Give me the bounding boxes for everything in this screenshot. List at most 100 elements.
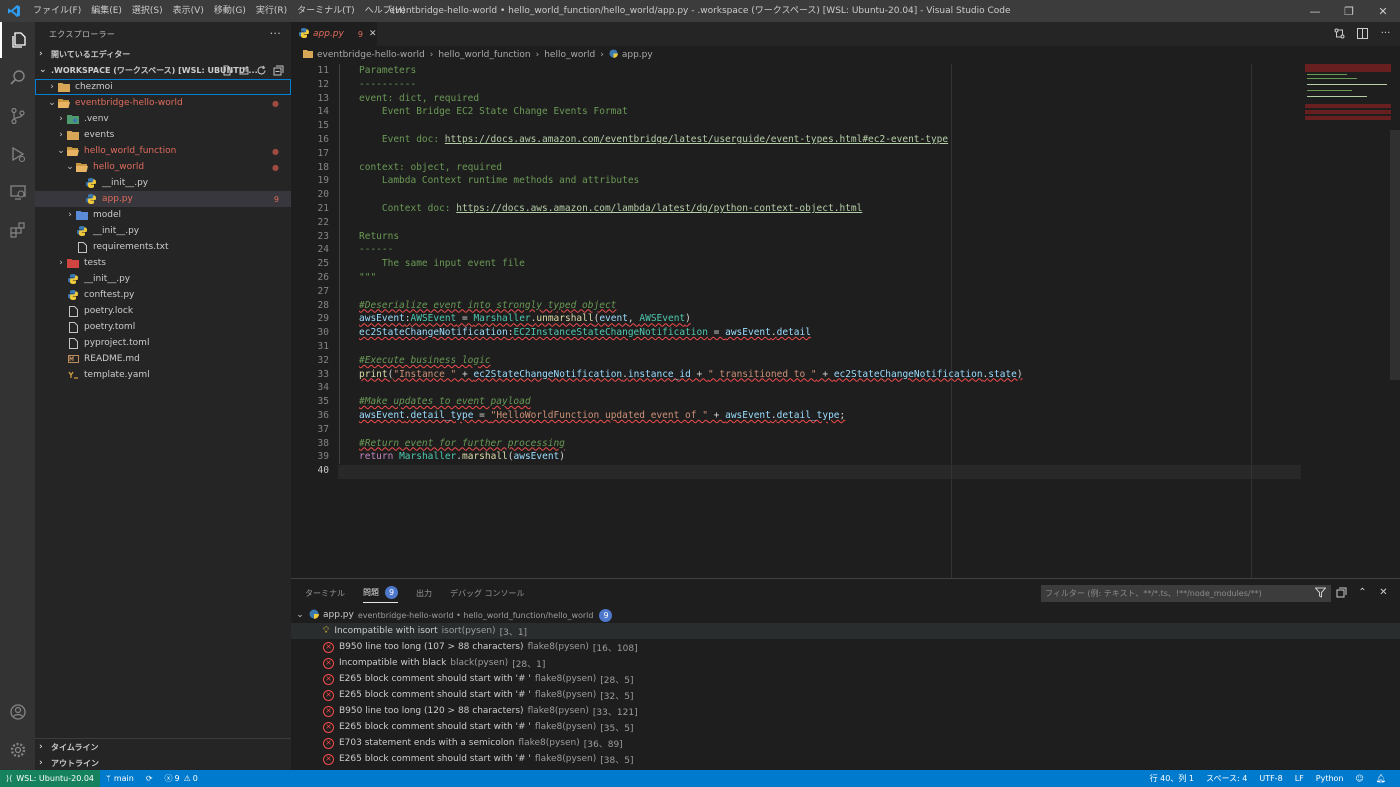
problem-row[interactable]: ✕ E265 block comment should start with '#…: [291, 719, 1400, 735]
more-actions-icon[interactable]: ···: [1379, 27, 1392, 40]
tree-item[interactable]: README.md: [35, 351, 291, 367]
problem-row[interactable]: ✕ B950 line too long (107 > 88 characters…: [291, 639, 1400, 655]
tree-item[interactable]: ⌄ hello_world ●: [35, 159, 291, 175]
code-line: 32 #Execute business logic: [291, 354, 1391, 368]
refresh-icon[interactable]: [255, 64, 268, 77]
code-token: +: [707, 410, 726, 421]
minimize-button[interactable]: —: [1298, 0, 1332, 22]
tree-item[interactable]: pyproject.toml: [35, 335, 291, 351]
problem-row[interactable]: ✕ E265 block comment should start with '#…: [291, 687, 1400, 703]
language-mode[interactable]: Python: [1310, 770, 1350, 787]
menu-item[interactable]: 表示(V): [168, 0, 209, 22]
code-line: 21 Context doc: https://docs.aws.amazon.…: [291, 202, 1391, 216]
problem-row[interactable]: ✕ Incompatible with black black(pysen) [28、…: [291, 655, 1400, 671]
tree-item[interactable]: poetry.lock: [35, 303, 291, 319]
tree-item[interactable]: › tests: [35, 255, 291, 271]
restore-button[interactable]: ❐: [1332, 0, 1366, 22]
workspace-section[interactable]: ⌄ .WORKSPACE (ワークスペース) [WSL: UBUNTU-...: [35, 62, 291, 78]
breadcrumb-item[interactable]: eventbridge-hello-world: [317, 50, 425, 60]
menu-item[interactable]: ファイル(F): [28, 0, 86, 22]
folder-icon: [57, 81, 71, 93]
indentation[interactable]: スペース: 4: [1200, 770, 1253, 787]
collapse-all-icon[interactable]: [1335, 586, 1348, 599]
collapse-all-icon[interactable]: [272, 64, 285, 77]
remote-indicator[interactable]: ⟩⟨ WSL: Ubuntu-20.04: [0, 770, 101, 787]
line-number: 16: [317, 134, 329, 145]
minimap[interactable]: [1305, 64, 1391, 124]
outline-section[interactable]: › アウトライン: [35, 755, 291, 771]
problems-filter-input[interactable]: フィルター (例: テキスト、**/*.ts、!**/node_modules/…: [1041, 585, 1331, 602]
gear-icon[interactable]: [0, 732, 35, 768]
feedback-button[interactable]: ☺: [1350, 770, 1370, 787]
tab-problems[interactable]: 問題 9: [363, 583, 398, 603]
menu-item[interactable]: 実行(R): [251, 0, 292, 22]
branch-indicator[interactable]: ᛘ main: [100, 770, 140, 787]
problem-source: flake8(pysen): [527, 642, 589, 652]
new-folder-icon[interactable]: [238, 64, 251, 77]
open-editors-section[interactable]: › 開いているエディター: [35, 46, 291, 62]
notifications-button[interactable]: 🔔︎: [1370, 770, 1392, 787]
tab-terminal[interactable]: ターミナル: [305, 579, 345, 607]
run-debug-icon[interactable]: [0, 136, 35, 172]
code-editor[interactable]: 11 Parameters 12 ---------- 13 event: dict, r…: [291, 64, 1391, 578]
problem-row[interactable]: ✕ E703 statement ends with a semicolon fla…: [291, 735, 1400, 751]
split-editor-icon[interactable]: [1356, 27, 1369, 40]
editor-tab-bar: app.py 9 ✕ ···: [291, 22, 1400, 46]
close-icon[interactable]: ✕: [369, 29, 377, 39]
close-window-button[interactable]: ✕: [1366, 0, 1400, 22]
tree-item[interactable]: ⌄ hello_world_function ●: [35, 143, 291, 159]
menu-item[interactable]: ターミナル(T): [292, 0, 360, 22]
tree-item[interactable]: › events: [35, 127, 291, 143]
compare-icon[interactable]: [1333, 27, 1346, 40]
close-icon[interactable]: ✕: [1377, 586, 1390, 599]
problem-row[interactable]: ✕ E265 block comment should start with '#…: [291, 751, 1400, 767]
breadcrumb-item[interactable]: hello_world_function: [438, 50, 530, 60]
extensions-icon[interactable]: [0, 212, 35, 248]
problems-file-path: eventbridge-hello-world • hello_world_fu…: [357, 610, 594, 620]
tab-app-py[interactable]: app.py 9 ✕: [291, 22, 377, 46]
menu-item[interactable]: 選択(S): [127, 0, 168, 22]
tree-item[interactable]: poetry.toml: [35, 319, 291, 335]
tree-item[interactable]: __init__.py: [35, 223, 291, 239]
tree-item[interactable]: app.py 9: [35, 191, 291, 207]
tree-item[interactable]: › chezmoi: [35, 79, 291, 95]
explorer-icon[interactable]: [0, 22, 35, 58]
cursor-position[interactable]: 行 40、列 1: [1144, 770, 1200, 787]
timeline-section[interactable]: › タイムライン: [35, 739, 291, 755]
tree-item[interactable]: ⌄ eventbridge-hello-world ●: [35, 95, 291, 111]
code-line: 17: [291, 147, 1391, 161]
account-icon[interactable]: [0, 694, 35, 730]
code-line: 18 context: object, required: [291, 161, 1391, 175]
new-file-icon[interactable]: [221, 64, 234, 77]
source-control-icon[interactable]: [0, 98, 35, 134]
problem-row[interactable]: 💡︎ Incompatible with isort isort(pysen) [3、…: [291, 623, 1400, 639]
problem-row[interactable]: ✕ B950 line too long (120 > 88 characters…: [291, 703, 1400, 719]
tree-item[interactable]: conftest.py: [35, 287, 291, 303]
sync-button[interactable]: ⟳: [140, 770, 159, 787]
menu-item[interactable]: 移動(G): [209, 0, 251, 22]
filter-icon[interactable]: [1314, 586, 1327, 599]
remote-explorer-icon[interactable]: [0, 174, 35, 210]
tree-item[interactable]: __init__.py: [35, 175, 291, 191]
end-of-line[interactable]: LF: [1289, 770, 1310, 787]
tab-output[interactable]: 出力: [416, 579, 432, 607]
tree-item[interactable]: template.yaml: [35, 367, 291, 383]
tree-item[interactable]: › model: [35, 207, 291, 223]
problem-row[interactable]: ✕ E265 block comment should start with '#…: [291, 671, 1400, 687]
tab-debug-console[interactable]: デバッグ コンソール: [450, 579, 525, 607]
tree-item[interactable]: __init__.py: [35, 271, 291, 287]
editor-scrollbar[interactable]: [1390, 130, 1400, 380]
tree-item[interactable]: requirements.txt: [35, 239, 291, 255]
menu-item[interactable]: ヘルプ(H): [360, 0, 411, 22]
problems-indicator[interactable]: ⓧ 9 ⚠ 0: [159, 770, 204, 787]
problems-file-row[interactable]: ⌄ app.py eventbridge-hello-world • hello…: [291, 607, 1400, 623]
breadcrumb-item[interactable]: hello_world: [544, 50, 595, 60]
chevron-up-icon[interactable]: ⌃: [1356, 586, 1369, 599]
menu-item[interactable]: 編集(E): [86, 0, 127, 22]
more-actions-icon[interactable]: ···: [270, 27, 281, 40]
breadcrumb-item[interactable]: app.py: [622, 50, 653, 60]
encoding[interactable]: UTF-8: [1253, 770, 1288, 787]
lightbulb-icon: 💡︎: [323, 626, 330, 636]
search-icon[interactable]: [0, 60, 35, 96]
tree-item[interactable]: › .venv: [35, 111, 291, 127]
